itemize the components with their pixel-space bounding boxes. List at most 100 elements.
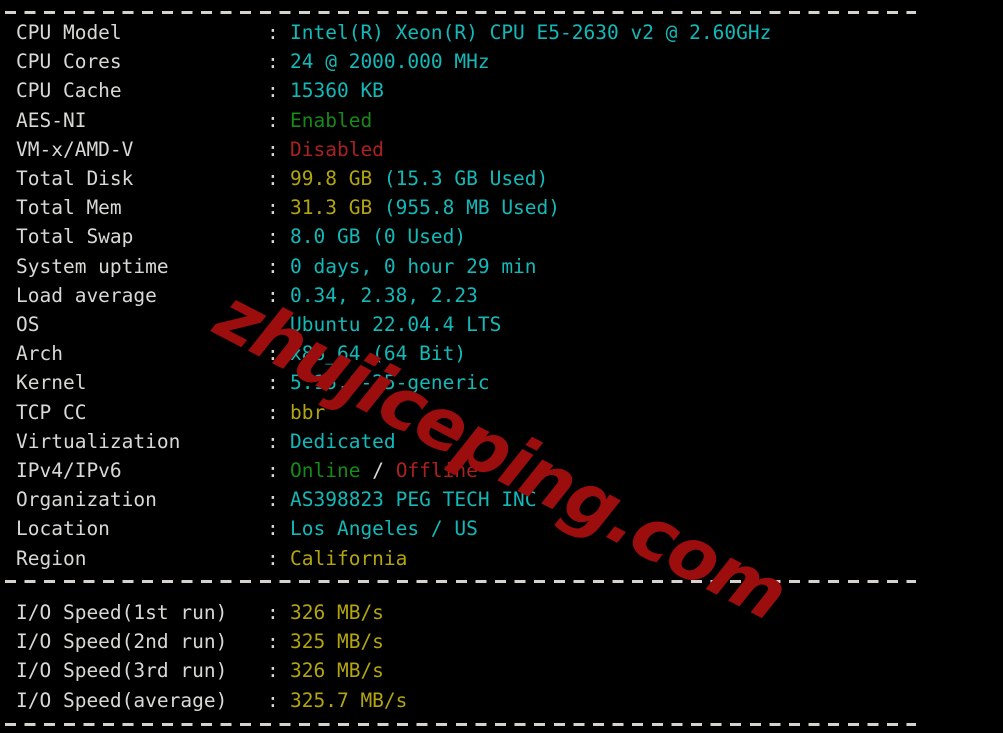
row-colon: :	[267, 342, 279, 366]
row-label: Location	[16, 517, 110, 541]
value-text: 8.0 GB (0 Used)	[290, 225, 467, 249]
separator-bottom	[5, 723, 916, 726]
value-text: AS398823 PEG TECH INC	[290, 488, 537, 512]
value-text: Enabled	[290, 108, 373, 132]
row-colon: :	[267, 254, 279, 278]
info-row-aes-ni: AES-NI: Enabled	[0, 106, 1003, 135]
row-label: OS	[16, 313, 40, 336]
value-secondary: (955.8 MB Used)	[383, 196, 561, 220]
row-colon: :	[267, 601, 279, 624]
row-colon: :	[267, 50, 279, 74]
value-text: x86_64 (64 Bit)	[290, 342, 467, 366]
value-primary: Online	[290, 459, 361, 482]
value-text: 5.15.0-25-generic	[290, 371, 490, 395]
row-label: System uptime	[16, 254, 169, 278]
row-colon: :	[267, 688, 279, 712]
row-label: Region	[16, 546, 87, 570]
info-row-ipv4-ipv6: IPv4/IPv6: Online / Offline	[0, 456, 1003, 485]
value-text: bbr	[290, 400, 326, 424]
info-row-i-o-speed-1st-run: I/O Speed(1st run):326 MB/s	[0, 598, 1003, 627]
row-colon: :	[267, 283, 279, 307]
info-row-region: Region: California	[0, 544, 1003, 573]
row-colon: :	[267, 459, 279, 482]
row-value: 326 MB/s	[290, 598, 384, 627]
value-text: 326 MB/s	[290, 659, 384, 683]
row-label: Kernel	[16, 371, 87, 395]
row-label: Load average	[16, 283, 157, 307]
row-value: x86_64 (64 Bit)	[290, 339, 466, 368]
terminal-output: CPU Model: Intel(R) Xeon(R) CPU E5-2630 v…	[0, 0, 1003, 733]
row-value: 0 days, 0 hour 29 min	[290, 252, 537, 281]
value-text: 0.34, 2.38, 2.23	[290, 283, 478, 307]
row-value: Intel(R) Xeon(R) CPU E5-2630 v2 @ 2.60GH…	[290, 18, 771, 47]
value-text: 326 MB/s	[290, 601, 384, 624]
info-row-tcp-cc: TCP CC: bbr	[0, 398, 1003, 427]
info-row-virtualization: Virtualization: Dedicated	[0, 427, 1003, 456]
row-value: 0.34, 2.38, 2.23	[290, 281, 478, 310]
row-label: CPU Cores	[16, 50, 122, 74]
row-label: IPv4/IPv6	[16, 459, 122, 482]
row-label: Arch	[16, 342, 63, 366]
info-row-i-o-speed-average: I/O Speed(average):325.7 MB/s	[0, 686, 1003, 715]
value-text: Los Angeles / US	[290, 517, 478, 541]
row-label: Total Disk	[16, 167, 134, 190]
value-text: 24 @ 2000.000 MHz	[290, 50, 490, 74]
row-value: 24 @ 2000.000 MHz	[290, 47, 490, 76]
row-colon: :	[267, 517, 279, 541]
info-row-cpu-model: CPU Model: Intel(R) Xeon(R) CPU E5-2630 v…	[0, 18, 1003, 47]
row-value: 31.3 GB (955.8 MB Used)	[290, 193, 560, 222]
row-value: Ubuntu 22.04.4 LTS	[290, 310, 501, 339]
value-text: 325 MB/s	[290, 630, 384, 654]
row-value: 325.7 MB/s	[290, 686, 407, 715]
row-colon: :	[267, 546, 279, 570]
row-label: CPU Cache	[16, 79, 122, 103]
value-primary: 99.8 GB	[290, 167, 384, 190]
value-secondary: Offline	[395, 459, 478, 482]
separator-middle	[5, 580, 916, 583]
row-value: Online / Offline	[290, 456, 478, 485]
row-label: AES-NI	[16, 108, 87, 132]
info-row-cpu-cache: CPU Cache:15360 KB	[0, 76, 1003, 105]
value-text: Intel(R) Xeon(R) CPU E5-2630 v2 @ 2.60GH…	[290, 21, 772, 44]
info-row-system-uptime: System uptime:0 days, 0 hour 29 min	[0, 252, 1003, 281]
row-colon: :	[267, 167, 279, 190]
row-value: AS398823 PEG TECH INC	[290, 485, 537, 514]
info-row-total-mem: Total Mem:31.3 GB (955.8 MB Used)	[0, 193, 1003, 222]
row-label: I/O Speed(3rd run)	[16, 659, 228, 683]
row-value: 325 MB/s	[290, 627, 384, 656]
row-colon: :	[267, 21, 279, 44]
row-colon: :	[267, 429, 279, 453]
row-value: California	[290, 544, 407, 573]
row-value: bbr	[290, 398, 325, 427]
row-label: Virtualization	[16, 429, 181, 453]
row-label: Total Swap	[16, 225, 134, 249]
row-value: 326 MB/s	[290, 656, 384, 685]
row-colon: :	[267, 225, 279, 249]
row-label: I/O Speed(2nd run)	[16, 630, 228, 654]
row-value: Enabled	[290, 106, 372, 135]
value-text: 0 days, 0 hour 29 min	[290, 254, 537, 278]
value-text: Dedicated	[290, 429, 396, 453]
row-value: Los Angeles / US	[290, 514, 478, 543]
row-label: Total Mem	[16, 196, 122, 220]
info-row-os: OS: Ubuntu 22.04.4 LTS	[0, 310, 1003, 339]
row-label: VM-x/AMD-V	[16, 137, 134, 161]
row-colon: :	[267, 659, 279, 683]
row-colon: :	[267, 108, 279, 132]
separator-top	[5, 11, 916, 14]
value-secondary: (15.3 GB Used)	[383, 167, 549, 190]
value-primary: 31.3 GB	[290, 196, 384, 220]
row-label: TCP CC	[16, 400, 87, 424]
row-colon: :	[267, 400, 279, 424]
info-row-vm-x-amd-v: VM-x/AMD-V: Disabled	[0, 135, 1003, 164]
value-text: 15360 KB	[290, 79, 384, 103]
row-label: Organization	[16, 488, 157, 512]
value-text: 325.7 MB/s	[290, 688, 408, 712]
row-colon: :	[267, 371, 279, 395]
row-colon: :	[267, 79, 279, 103]
info-row-i-o-speed-3rd-run: I/O Speed(3rd run):326 MB/s	[0, 656, 1003, 685]
info-row-location: Location: Los Angeles / US	[0, 514, 1003, 543]
info-row-organization: Organization: AS398823 PEG TECH INC	[0, 485, 1003, 514]
row-colon: :	[267, 488, 279, 512]
info-row-kernel: Kernel:5.15.0-25-generic	[0, 368, 1003, 397]
